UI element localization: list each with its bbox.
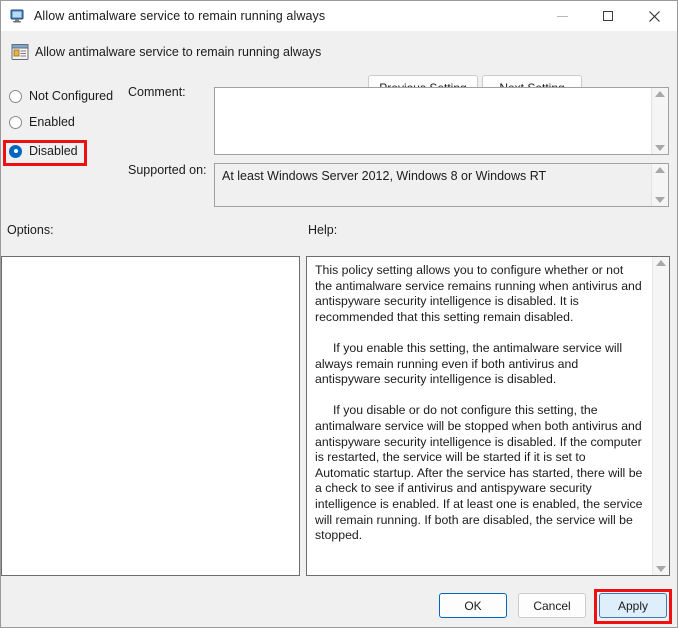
scroll-down-arrow-icon[interactable] (655, 197, 665, 203)
close-icon[interactable] (631, 1, 677, 31)
window-title: Allow antimalware service to remain runn… (34, 9, 326, 23)
radio-indicator (9, 115, 22, 129)
dialog-footer: OK Cancel Apply (1, 579, 677, 627)
comment-label: Comment: (128, 85, 186, 99)
help-panel: This policy setting allows you to config… (306, 256, 670, 576)
scroll-up-arrow-icon[interactable] (656, 260, 666, 266)
supported-on-field: At least Windows Server 2012, Windows 8 … (214, 163, 669, 207)
comment-input[interactable] (215, 88, 651, 154)
setting-title: Allow antimalware service to remain runn… (35, 45, 322, 59)
computer-monitor-icon (10, 8, 26, 24)
cancel-button[interactable]: Cancel (518, 593, 586, 618)
radio-indicator-selected (9, 144, 22, 158)
ok-button[interactable]: OK (439, 593, 507, 618)
title-bar: Allow antimalware service to remain runn… (1, 1, 677, 31)
radio-indicator (9, 89, 22, 103)
group-policy-setting-dialog: Allow antimalware service to remain runn… (0, 0, 678, 628)
help-label: Help: (308, 223, 338, 237)
help-paragraph: This policy setting allows you to config… (315, 263, 642, 324)
options-label: Options: (7, 223, 54, 237)
setting-header: Allow antimalware service to remain runn… (1, 31, 677, 100)
radio-label: Disabled (29, 144, 78, 158)
help-paragraph: If you disable or do not configure this … (315, 403, 643, 543)
radio-label: Not Configured (29, 89, 114, 103)
radio-not-configured[interactable]: Not Configured (9, 89, 113, 103)
radio-disabled[interactable]: Disabled (9, 144, 78, 158)
policy-setting-icon (11, 43, 29, 61)
apply-button[interactable]: Apply (599, 593, 667, 618)
help-paragraph: If you enable this setting, the antimalw… (315, 340, 623, 387)
scroll-up-arrow-icon[interactable] (655, 91, 665, 97)
scroll-down-arrow-icon[interactable] (656, 566, 666, 572)
comment-field[interactable] (214, 87, 669, 155)
supported-on-scrollbar[interactable] (651, 164, 668, 206)
minimize-icon[interactable] (539, 1, 585, 31)
radio-label: Enabled (29, 115, 75, 129)
scroll-up-arrow-icon[interactable] (655, 167, 665, 173)
options-content (2, 257, 299, 267)
supported-on-label: Supported on: (128, 163, 207, 177)
radio-enabled[interactable]: Enabled (9, 115, 75, 129)
comment-scrollbar[interactable] (651, 88, 668, 154)
scroll-down-arrow-icon[interactable] (655, 145, 665, 151)
supported-on-value: At least Windows Server 2012, Windows 8 … (222, 169, 547, 183)
window-controls (539, 1, 677, 31)
help-scrollbar[interactable] (652, 257, 669, 575)
maximize-icon[interactable] (585, 1, 631, 31)
help-content: This policy setting allows you to config… (307, 257, 652, 575)
options-panel[interactable] (1, 256, 300, 576)
